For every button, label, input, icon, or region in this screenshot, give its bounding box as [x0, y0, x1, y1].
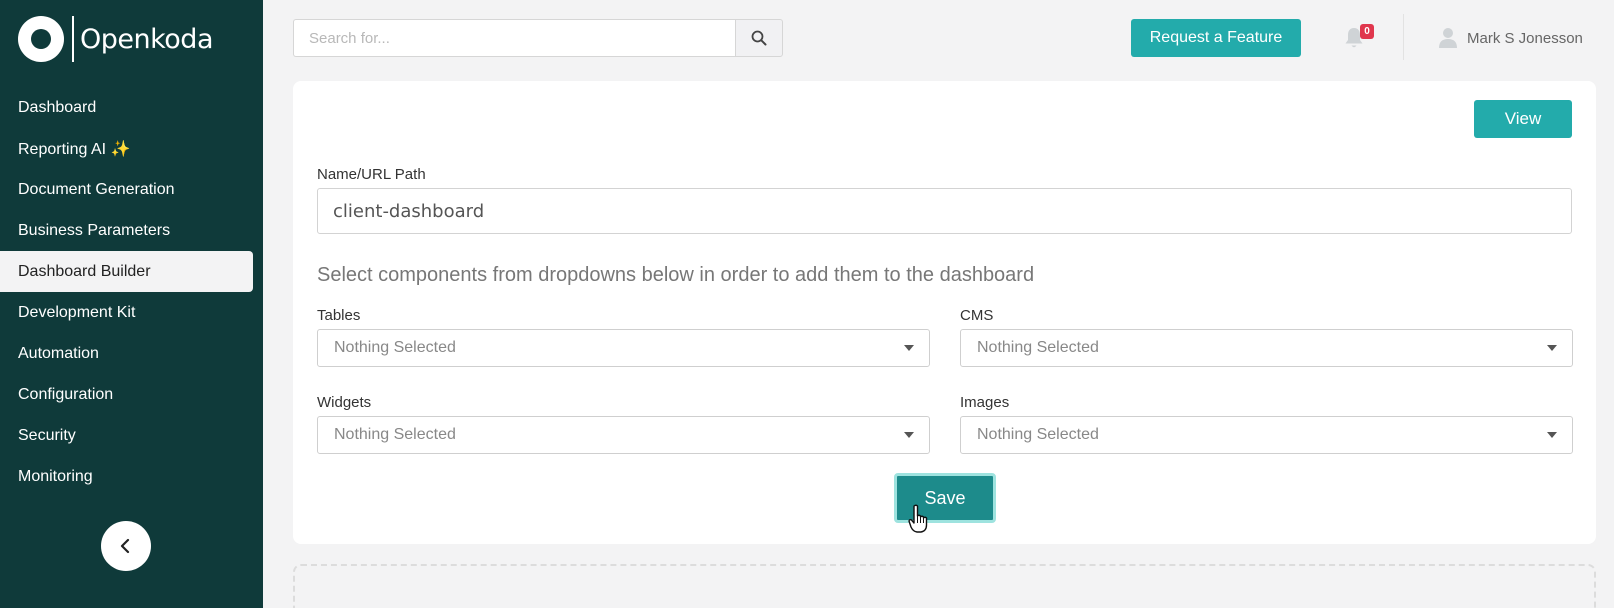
sidebar: Openkoda Dashboard Reporting AI ✨ Docume…	[0, 0, 263, 608]
sidebar-nav: Dashboard Reporting AI ✨ Document Genera…	[0, 87, 263, 497]
brand-name: Openkoda	[80, 23, 214, 55]
search-button[interactable]	[735, 19, 783, 57]
hand-cursor-icon	[908, 504, 928, 533]
sidebar-item-document-generation[interactable]: Document Generation	[0, 169, 253, 210]
cms-label: CMS	[960, 307, 994, 324]
brand-logo[interactable]: Openkoda	[18, 16, 214, 62]
tables-label: Tables	[317, 307, 361, 324]
widgets-label: Widgets	[317, 394, 372, 411]
logo-divider	[72, 16, 74, 62]
images-select-value: Nothing Selected	[977, 426, 1099, 443]
sidebar-item-business-parameters[interactable]: Business Parameters	[0, 210, 253, 251]
widgets-select-value: Nothing Selected	[334, 426, 456, 443]
sidebar-item-security[interactable]: Security	[0, 415, 253, 456]
notification-count-badge: 0	[1360, 24, 1374, 39]
header-divider	[1403, 14, 1404, 60]
tables-select[interactable]: Nothing Selected	[317, 329, 930, 367]
images-label: Images	[960, 394, 1010, 411]
search-bar	[293, 19, 783, 57]
cms-select-value: Nothing Selected	[977, 339, 1099, 356]
chevron-left-icon	[120, 538, 130, 554]
search-icon	[751, 30, 767, 46]
search-input[interactable]	[293, 19, 735, 57]
sidebar-item-development-kit[interactable]: Development Kit	[0, 292, 253, 333]
images-select[interactable]: Nothing Selected	[960, 416, 1573, 454]
caret-down-icon	[1547, 345, 1557, 351]
view-button[interactable]: View	[1474, 100, 1572, 138]
sidebar-collapse-button[interactable]	[101, 521, 151, 571]
cms-select[interactable]: Nothing Selected	[960, 329, 1573, 367]
sidebar-item-monitoring[interactable]: Monitoring	[0, 456, 253, 497]
dashboard-drop-area	[293, 564, 1596, 608]
caret-down-icon	[904, 432, 914, 438]
caret-down-icon	[904, 345, 914, 351]
widgets-select[interactable]: Nothing Selected	[317, 416, 930, 454]
sidebar-item-configuration[interactable]: Configuration	[0, 374, 253, 415]
sidebar-item-dashboard-builder[interactable]: Dashboard Builder	[0, 251, 253, 292]
logo-mark-icon	[18, 16, 64, 62]
user-name: Mark S Jonesson	[1467, 29, 1583, 47]
user-icon	[1439, 28, 1457, 48]
sidebar-item-automation[interactable]: Automation	[0, 333, 253, 374]
user-menu[interactable]: Mark S Jonesson	[1438, 26, 1583, 50]
request-feature-button[interactable]: Request a Feature	[1131, 19, 1301, 57]
components-hint: Select components from dropdowns below i…	[317, 264, 1035, 286]
sidebar-item-reporting-ai[interactable]: Reporting AI ✨	[0, 128, 253, 169]
tables-select-value: Nothing Selected	[334, 339, 456, 356]
caret-down-icon	[1547, 432, 1557, 438]
name-url-path-input[interactable]	[317, 188, 1572, 234]
sidebar-item-dashboard[interactable]: Dashboard	[0, 87, 253, 128]
name-url-path-label: Name/URL Path	[317, 166, 426, 183]
